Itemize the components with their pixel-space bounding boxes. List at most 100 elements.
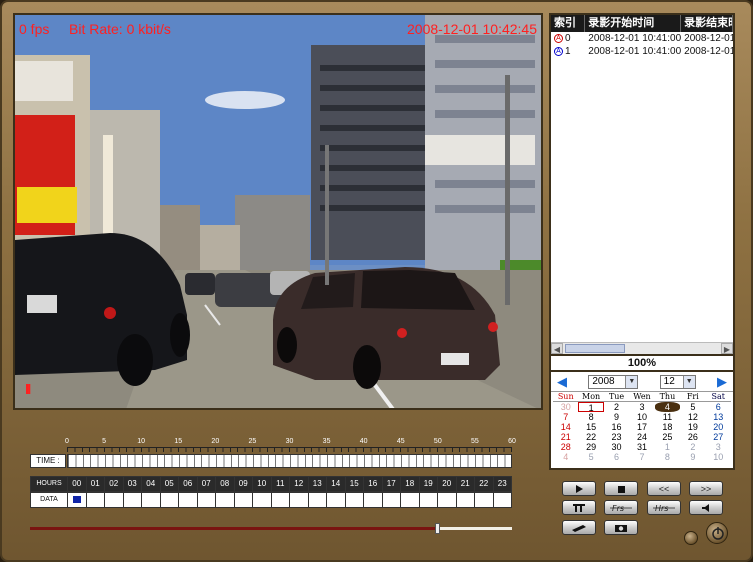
data-cell[interactable]	[105, 492, 124, 508]
hour-cell[interactable]: 21	[456, 476, 475, 492]
calendar-day[interactable]: 19	[680, 422, 705, 432]
calendar-day[interactable]: 10	[629, 412, 654, 422]
hour-cell[interactable]: 03	[123, 476, 142, 492]
power-button[interactable]	[706, 522, 728, 544]
calendar-day[interactable]: 7	[553, 412, 578, 422]
calendar-day[interactable]: 29	[578, 442, 603, 452]
calendar-day[interactable]: 5	[578, 452, 603, 462]
hour-cell[interactable]: 16	[364, 476, 383, 492]
calendar-day[interactable]: 4	[553, 452, 578, 462]
hour-cell[interactable]: 10	[253, 476, 272, 492]
hour-cell[interactable]: 05	[160, 476, 179, 492]
hour-jump-button[interactable]: Hrs	[647, 500, 681, 515]
hour-cell[interactable]: 06	[179, 476, 198, 492]
calendar-day[interactable]: 1	[578, 402, 604, 413]
calendar-day[interactable]: 26	[680, 432, 705, 442]
calendar-day[interactable]: 22	[578, 432, 603, 442]
list-item[interactable]: A1 2008-12-01 10:41:00 2008-12-01	[551, 45, 733, 58]
hour-cell[interactable]: 15	[345, 476, 364, 492]
export-button[interactable]	[562, 520, 596, 535]
calendar-day[interactable]: 21	[553, 432, 578, 442]
rewind-button[interactable]: <<	[647, 481, 681, 496]
column-start-time[interactable]: 录影开始时间	[585, 15, 682, 32]
column-index[interactable]: 索引	[551, 15, 586, 32]
calendar-day[interactable]: 6	[706, 402, 731, 412]
calendar-day[interactable]: 3	[706, 442, 731, 452]
month-select[interactable]: 12 ▼	[659, 374, 696, 389]
settings-button[interactable]	[562, 500, 596, 515]
hour-cell[interactable]: 14	[327, 476, 346, 492]
calendar-day[interactable]: 12	[680, 412, 705, 422]
data-cell[interactable]	[493, 492, 512, 508]
calendar-day[interactable]: 3	[629, 402, 654, 412]
calendar-day[interactable]: 1	[655, 442, 680, 452]
scroll-right-icon[interactable]: ▶	[721, 343, 733, 354]
volume-button[interactable]	[689, 500, 723, 515]
calendar-day[interactable]: 20	[706, 422, 731, 432]
calendar-day[interactable]: 16	[604, 422, 629, 432]
hour-cell[interactable]: 17	[382, 476, 401, 492]
calendar-day[interactable]: 8	[655, 452, 680, 462]
hour-cell[interactable]: 18	[401, 476, 420, 492]
playback-slider[interactable]	[30, 523, 512, 535]
data-cell[interactable]	[401, 492, 420, 508]
hour-cell[interactable]: 08	[216, 476, 235, 492]
data-cell[interactable]	[382, 492, 401, 508]
slider-knob[interactable]	[434, 523, 440, 534]
hour-cell[interactable]: 00	[68, 476, 87, 492]
prev-month-icon[interactable]: ◀	[557, 374, 567, 390]
data-cell[interactable]	[216, 492, 235, 508]
data-cell[interactable]	[271, 492, 290, 508]
calendar-day[interactable]: 5	[680, 402, 705, 412]
column-end-time[interactable]: 录影结束时	[681, 15, 733, 32]
hour-cell[interactable]: 11	[271, 476, 290, 492]
calendar-day[interactable]: 27	[706, 432, 731, 442]
calendar-day[interactable]: 24	[629, 432, 654, 442]
data-cell[interactable]	[179, 492, 198, 508]
horizontal-scrollbar[interactable]: ◀ ▶	[551, 342, 733, 354]
calendar-day[interactable]: 9	[604, 412, 629, 422]
calendar-day[interactable]: 10	[706, 452, 731, 462]
hour-cell[interactable]: 23	[493, 476, 512, 492]
hour-cell[interactable]: 09	[234, 476, 253, 492]
calendar-day[interactable]: 30	[553, 402, 578, 412]
calendar-day[interactable]: 15	[578, 422, 603, 432]
stop-button[interactable]	[604, 481, 638, 496]
data-cell[interactable]	[438, 492, 457, 508]
data-cell[interactable]	[308, 492, 327, 508]
data-cell[interactable]	[68, 492, 87, 508]
data-cell[interactable]	[123, 492, 142, 508]
fast-forward-button[interactable]: >>	[689, 481, 723, 496]
chevron-down-icon[interactable]: ▼	[625, 375, 638, 388]
hour-cell[interactable]: 01	[86, 476, 105, 492]
data-cell[interactable]	[86, 492, 105, 508]
play-button[interactable]	[562, 481, 596, 496]
calendar-day[interactable]: 2	[680, 442, 705, 452]
list-item[interactable]: A0 2008-12-01 10:41:00 2008-12-01	[551, 32, 733, 45]
scroll-thumb[interactable]	[565, 344, 625, 353]
calendar-day[interactable]: 11	[655, 412, 680, 422]
calendar-day[interactable]: 18	[655, 422, 680, 432]
calendar[interactable]: ◀ 2008 ▼ 12 ▼ ▶ Sun Mon Tue Wen Thu Fri Sat 30 1…	[549, 370, 735, 470]
calendar-day[interactable]: 4	[654, 402, 681, 412]
calendar-day[interactable]: 30	[604, 442, 629, 452]
calendar-day[interactable]: 23	[604, 432, 629, 442]
data-cell[interactable]	[364, 492, 383, 508]
snapshot-button[interactable]	[604, 520, 638, 535]
calendar-day[interactable]: 7	[629, 452, 654, 462]
data-cell[interactable]	[456, 492, 475, 508]
recording-list[interactable]: 索引 录影开始时间 录影结束时 A0 2008-12-01 10:41:00 2…	[549, 13, 735, 356]
hour-cell[interactable]: 02	[105, 476, 124, 492]
calendar-day[interactable]: 8	[578, 412, 603, 422]
minimize-button[interactable]	[684, 531, 698, 545]
frame-step-button[interactable]: Frs	[604, 500, 638, 515]
hours-grid[interactable]: HOURS 00 01 02 03 04 05 06 07 08 09 10 11 12 13 14 15 16…	[30, 476, 512, 508]
minute-timeline[interactable]	[67, 454, 512, 468]
calendar-day[interactable]: 28	[553, 442, 578, 452]
calendar-day[interactable]: 31	[629, 442, 654, 452]
scroll-left-icon[interactable]: ◀	[551, 343, 563, 354]
calendar-day[interactable]: 6	[604, 452, 629, 462]
hour-cell[interactable]: 12	[290, 476, 309, 492]
hour-cell[interactable]: 04	[142, 476, 161, 492]
data-cell[interactable]	[290, 492, 309, 508]
